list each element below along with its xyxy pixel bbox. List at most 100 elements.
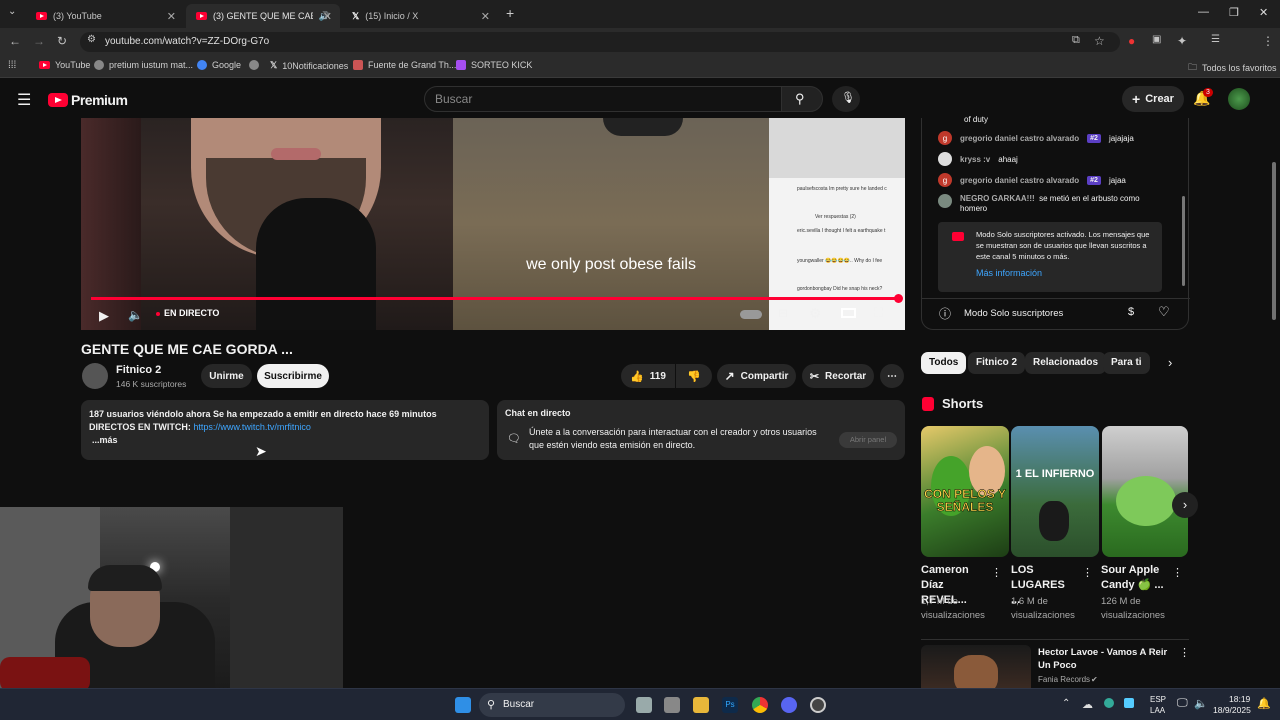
bookmark-globe[interactable] [249,60,259,70]
tab-youtube[interactable]: (3) YouTube ✕ [26,4,184,28]
tab-search-icon[interactable]: ⌄ [8,6,16,17]
bookmark-gta[interactable]: Fuente de Grand Th... [353,60,456,70]
chevron-right-icon[interactable]: › [1168,355,1172,370]
reload-icon[interactable]: ↻ [57,34,67,48]
join-button[interactable]: Unirme [201,364,252,388]
dislike-button[interactable]: 👎 [676,364,712,388]
short-thumbnail[interactable] [1102,426,1188,557]
short-thumbnail[interactable]: CON PELOS Y SEÑALES [921,426,1009,557]
address-bar[interactable]: youtube.com/watch?v=ZZ-DOrg-G7o [80,32,1120,52]
new-tab-button[interactable]: + [506,5,514,21]
tray-app-icon[interactable] [1104,698,1114,708]
tray-app-icon[interactable] [1124,698,1134,708]
bookmark-google[interactable]: Google [197,60,241,70]
super-chat-icon[interactable]: $ [1128,306,1134,318]
next-video-title[interactable]: Hector Lavoe - Vamos A Reir Un Poco [1038,646,1174,672]
theater-mode-icon[interactable] [841,308,856,318]
clock-date[interactable]: 18/9/2025 [1213,705,1251,715]
media-icon[interactable]: ☰ [1211,34,1220,45]
close-icon[interactable]: ✕ [167,10,176,23]
subscribe-button[interactable]: Suscribirme [257,364,329,388]
more-info-link[interactable]: Más información [976,268,1154,279]
search-button[interactable]: ⚲ [781,86,823,112]
progress-scrubber[interactable] [894,294,903,303]
progress-bar[interactable] [91,297,899,300]
discord-icon[interactable] [781,697,797,713]
minimize-button[interactable]: — [1198,6,1209,18]
fullscreen-icon[interactable]: ⛶ [874,305,883,321]
install-icon[interactable]: ⧉ [1072,34,1080,47]
subtitles-icon[interactable]: ⊟ [778,306,788,320]
volume-icon[interactable]: 🔈 [1194,697,1208,710]
extension-red-icon[interactable]: ● [1128,34,1135,48]
close-icon[interactable]: ✕ [323,10,332,23]
description-box[interactable]: 187 usuarios viéndolo ahora Se ha empeza… [81,400,489,460]
more-actions-button[interactable]: ⋯ [880,364,904,388]
network-icon[interactable]: 🖵 [1177,697,1188,710]
menu-icon[interactable]: ⋮ [1262,34,1274,48]
bookmark-sorteo[interactable]: SORTEO KICK [456,60,532,70]
chat-scrollbar[interactable] [1182,196,1185,286]
language-label[interactable]: ESP [1150,695,1166,704]
short-menu-icon[interactable]: ⋮ [1172,566,1183,579]
chip-todos[interactable]: Todos [921,352,967,374]
search-input[interactable]: Buscar [424,86,782,112]
puzzle-icon[interactable]: ✦ [1177,34,1187,48]
share-button[interactable]: ↗ Compartir [717,364,796,388]
next-video-thumbnail[interactable] [921,645,1031,688]
task-view-icon[interactable] [636,697,652,713]
bookmark-star-icon[interactable]: ☆ [1094,34,1105,48]
tab-x[interactable]: 𝕏 (15) Inicio / X ✕ [342,4,498,28]
chrome-icon[interactable] [752,697,768,713]
extension-icon[interactable]: ▣ [1152,34,1161,45]
page-scrollbar[interactable] [1272,162,1276,320]
notifications-icon[interactable]: 🔔 [1257,697,1271,710]
close-window-button[interactable]: ✕ [1259,6,1268,19]
language-label-2[interactable]: LAA [1150,706,1165,715]
heart-icon[interactable]: ♡ [1158,304,1170,320]
channel-name[interactable]: Fitnico 2 [116,364,161,376]
tray-chevron-icon[interactable]: ⌃ [1062,698,1070,709]
file-explorer-icon[interactable] [693,697,709,713]
youtube-logo[interactable]: Premium [48,92,128,108]
play-icon[interactable]: ▶ [99,308,109,324]
voice-search-button[interactable]: 🎙 [832,86,860,112]
onedrive-icon[interactable]: ☁ [1082,698,1093,711]
bookmark-pretium[interactable]: pretium iustum mat... [94,60,193,70]
site-info-icon[interactable]: ⚙ [87,34,96,45]
apps-icon[interactable]: ⁞⁞⁞ [8,60,16,71]
photoshop-icon[interactable]: Ps [722,697,738,713]
live-label[interactable]: EN DIRECTO [164,308,219,318]
short-menu-icon[interactable]: ⋮ [991,566,1002,579]
tab-video[interactable]: (3) GENTE QUE ME CAE GC 🔊 ✕ [186,4,340,28]
short-thumbnail[interactable]: 1 EL INFIERNO [1011,426,1099,557]
windows-start-icon[interactable] [455,697,471,713]
hamburger-menu-icon[interactable]: ☰ [17,90,31,110]
taskbar-search[interactable]: ⚲ Buscar [479,693,625,717]
short-title[interactable]: Sour Apple Candy 🍏 ... [1101,563,1169,593]
chip-relacionados[interactable]: Relacionados [1025,352,1107,374]
settings-gear-icon[interactable]: ⚙ [809,305,822,322]
chip-fitnico[interactable]: Fitnico 2 [968,352,1026,374]
account-avatar[interactable] [1228,88,1250,110]
short-menu-icon[interactable]: ⋮ [1082,566,1093,579]
chip-para-ti[interactable]: Para ti [1103,352,1150,374]
next-video-menu-icon[interactable]: ⋮ [1179,646,1190,659]
next-video-channel[interactable]: Fania Records [1038,675,1090,684]
open-panel-button[interactable]: Abrir panel [839,432,897,448]
info-icon[interactable]: ⓘ [939,305,951,322]
app-icon[interactable] [664,697,680,713]
restore-button[interactable]: ❐ [1229,6,1239,19]
channel-avatar[interactable] [82,363,108,389]
clip-button[interactable]: ✂ Recortar [802,364,874,388]
show-more-link[interactable]: ...más [89,434,481,447]
bookmark-notificaciones[interactable]: 𝕏 10Notificaciones [270,60,348,71]
bookmark-youtube[interactable]: YouTube [39,60,90,70]
autoplay-toggle[interactable] [740,310,762,319]
shorts-next-button[interactable]: › [1172,492,1198,518]
like-button[interactable]: 👍 119 [621,364,675,388]
video-player[interactable]: paulsefscosta Im pretty sure he landed c… [81,118,905,330]
twitch-link[interactable]: https://www.twitch.tv/mrfitnico [193,422,311,432]
close-icon[interactable]: ✕ [481,10,490,23]
create-button[interactable]: + Crear [1122,86,1184,112]
